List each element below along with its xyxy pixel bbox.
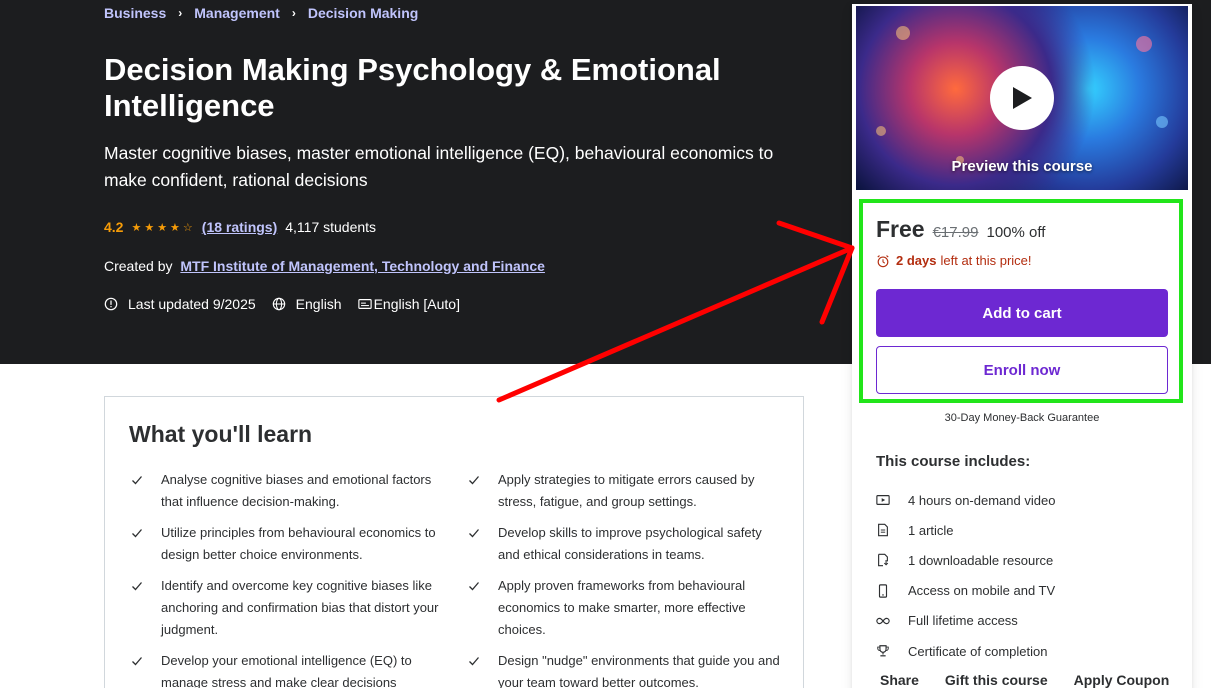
breadcrumb-decision-making[interactable]: Decision Making <box>308 5 418 21</box>
download-icon <box>878 554 889 567</box>
decorative-dot <box>1136 36 1152 52</box>
play-icon <box>1013 87 1032 109</box>
captions-icon <box>357 299 372 309</box>
learn-list-left: Analyse cognitive biases and emotional f… <box>129 469 449 688</box>
check-icon <box>132 656 142 666</box>
includes-list: 4 hours on-demand video 1 article 1 down… <box>876 485 1055 666</box>
mobile-icon <box>878 583 888 598</box>
sidebar-actions: Share Gift this course Apply Coupon <box>880 672 1195 688</box>
course-meta: Last updated 9/2025 English English [Aut… <box>104 296 476 312</box>
article-icon <box>878 524 888 537</box>
decorative-dot <box>1156 116 1168 128</box>
learn-item: Apply strategies to mitigate errors caus… <box>466 469 784 513</box>
include-item: 4 hours on-demand video <box>876 485 1055 515</box>
check-icon <box>469 581 479 591</box>
breadcrumb-business[interactable]: Business <box>104 5 166 21</box>
check-icon <box>469 656 479 666</box>
include-item: Full lifetime access <box>876 606 1055 636</box>
created-by: Created by MTF Institute of Management, … <box>104 258 545 274</box>
include-item: Access on mobile and TV <box>876 576 1055 606</box>
course-subtitle: Master cognitive biases, master emotiona… <box>104 143 774 190</box>
ratings-count-link[interactable]: (18 ratings) <box>202 219 277 235</box>
captions: English [Auto] <box>357 296 460 312</box>
chevron-right-icon: › <box>291 6 296 20</box>
created-by-label: Created by <box>104 258 173 274</box>
learn-item: Analyse cognitive biases and emotional f… <box>129 469 449 513</box>
captions-text: English [Auto] <box>373 296 460 312</box>
includes-title: This course includes: <box>876 453 1031 470</box>
trophy-icon <box>877 645 889 657</box>
alert-badge-icon <box>104 297 118 311</box>
annotation-highlight-box <box>859 199 1183 403</box>
breadcrumb-management[interactable]: Management <box>194 5 280 21</box>
what-you-will-learn: What you'll learn Analyse cognitive bias… <box>104 396 804 688</box>
check-icon <box>132 476 142 485</box>
gift-course-button[interactable]: Gift this course <box>945 672 1048 688</box>
rating-value: 4.2 <box>104 219 124 235</box>
language: English <box>272 296 342 312</box>
learn-title: What you'll learn <box>129 421 313 447</box>
money-back-guarantee: 30-Day Money-Back Guarantee <box>944 412 1100 424</box>
learn-item: Apply proven frameworks from behavioural… <box>466 575 784 642</box>
rating-row: 4.2 ★★★★☆ (18 ratings) 4,117 students <box>104 219 376 235</box>
share-button[interactable]: Share <box>880 672 919 688</box>
last-updated: Last updated 9/2025 <box>104 296 256 312</box>
check-icon <box>469 476 479 485</box>
check-icon <box>132 581 142 591</box>
learn-item: Develop skills to improve psychological … <box>466 522 784 566</box>
video-icon <box>876 495 890 506</box>
decorative-dot <box>876 126 886 136</box>
decorative-dot <box>896 26 910 40</box>
last-updated-text: Last updated 9/2025 <box>128 296 256 312</box>
learn-item: Utilize principles from behavioural econ… <box>129 522 449 566</box>
include-item: 1 downloadable resource <box>876 545 1055 575</box>
learn-item: Develop your emotional intelligence (EQ)… <box>129 650 449 688</box>
globe-icon <box>272 297 285 311</box>
course-preview[interactable]: Preview this course <box>856 6 1188 190</box>
instructor-link[interactable]: MTF Institute of Management, Technology … <box>180 258 545 274</box>
language-text: English <box>295 296 342 312</box>
play-button[interactable] <box>990 66 1054 130</box>
apply-coupon-button[interactable]: Apply Coupon <box>1074 672 1170 688</box>
chevron-right-icon: › <box>178 6 183 20</box>
students-count: 4,117 students <box>285 219 377 235</box>
star-rating-icon: ★★★★☆ <box>131 221 196 234</box>
infinity-icon <box>876 617 890 625</box>
preview-label: Preview this course <box>951 158 1093 175</box>
check-icon <box>132 528 142 538</box>
learn-list-right: Apply strategies to mitigate errors caus… <box>466 469 784 688</box>
learn-item: Design "nudge" environments that guide y… <box>466 650 784 688</box>
check-icon <box>469 528 479 538</box>
include-item: Certificate of completion <box>876 636 1055 666</box>
breadcrumb: Business › Management › Decision Making <box>104 5 418 21</box>
include-item: 1 article <box>876 515 1055 545</box>
page-title: Decision Making Psychology & Emotional I… <box>104 52 721 123</box>
learn-item: Identify and overcome key cognitive bias… <box>129 575 449 642</box>
